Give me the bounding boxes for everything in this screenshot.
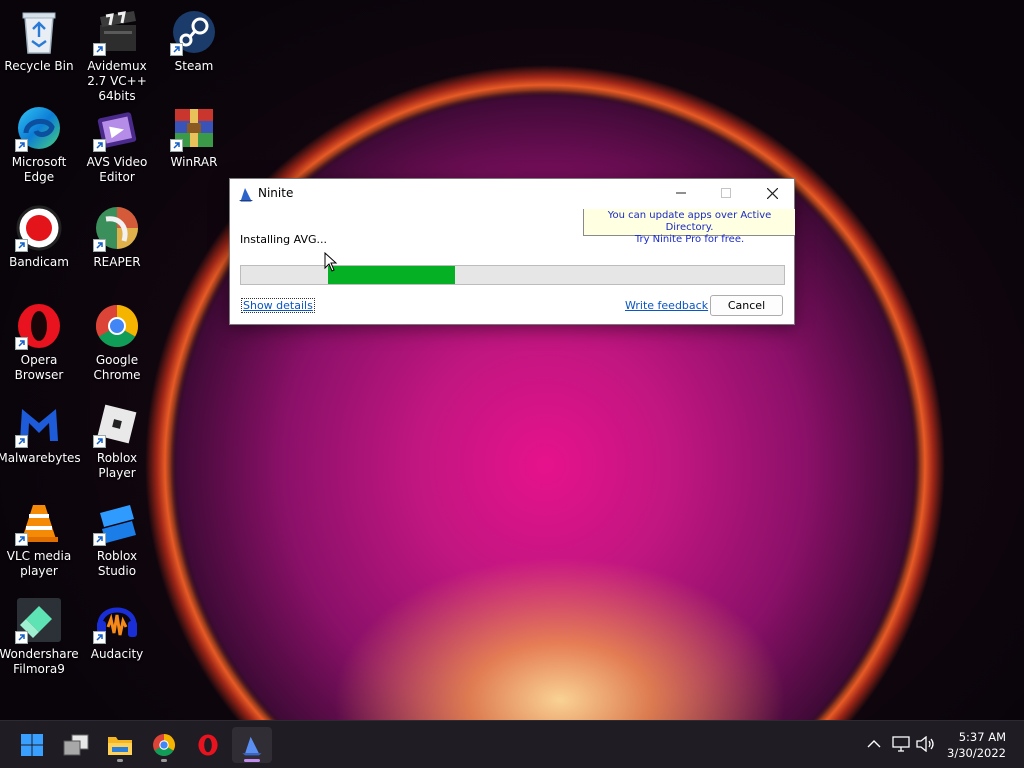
ninite-window: Ninite You can update apps over Active D… xyxy=(229,178,795,325)
taskbar-opera[interactable] xyxy=(188,727,228,763)
tooltip-line-1: You can update apps over Active Director… xyxy=(607,210,772,233)
maximize-button xyxy=(704,179,748,207)
write-feedback-link[interactable]: Write feedback xyxy=(625,299,708,312)
minimize-icon xyxy=(676,192,686,194)
clock-time: 5:37 AM xyxy=(958,730,1006,744)
windows-start-icon xyxy=(21,734,43,756)
show-hidden-icons-button[interactable] xyxy=(864,734,884,754)
edge-icon xyxy=(15,104,63,152)
malwarebytes-icon xyxy=(15,400,63,448)
ninite-icon xyxy=(238,186,254,202)
desktop-icon-avs-video-editor[interactable]: AVS Video Editor xyxy=(78,104,156,185)
desktop-icon-filmora[interactable]: Wondershare Filmora9 xyxy=(0,596,79,677)
desktop-icon-label: Microsoft Edge xyxy=(11,155,67,184)
desktop-icon-steam[interactable]: Steam xyxy=(155,8,233,74)
avidemux-icon xyxy=(93,8,141,56)
desktop-icon-label: VLC media player xyxy=(6,549,72,578)
taskbar-ninite[interactable] xyxy=(232,727,272,763)
winrar-icon xyxy=(170,104,218,152)
file-explorer-icon xyxy=(108,737,132,755)
desktop-icon-reaper[interactable]: REAPER xyxy=(78,204,156,270)
cancel-button[interactable]: Cancel xyxy=(710,295,783,316)
install-progress-bar xyxy=(240,265,785,285)
desktop-icon-opera-browser[interactable]: Opera Browser xyxy=(0,302,78,383)
desktop-icon-roblox-studio[interactable]: Roblox Studio xyxy=(78,498,156,579)
desktop-icon-label: AVS Video Editor xyxy=(86,155,148,184)
desktop: Recycle Bin Microsoft Edge Bandicam Oper… xyxy=(0,0,1024,768)
running-indicator xyxy=(117,759,123,762)
clock-date: 3/30/2022 xyxy=(947,746,1006,760)
window-title: Ninite xyxy=(258,186,294,200)
desktop-icon-audacity[interactable]: Audacity xyxy=(78,596,156,662)
desktop-icon-malwarebytes[interactable]: Malwarebytes xyxy=(0,400,81,466)
desktop-icon-microsoft-edge[interactable]: Microsoft Edge xyxy=(0,104,78,185)
desktop-icon-label: Wondershare Filmora9 xyxy=(0,647,79,676)
desktop-icon-label: Roblox Player xyxy=(96,451,138,480)
taskbar-chrome[interactable] xyxy=(144,727,184,763)
desktop-icon-label: Bandicam xyxy=(9,255,69,269)
desktop-icon-label: REAPER xyxy=(93,255,141,269)
desktop-icon-recycle-bin[interactable]: Recycle Bin xyxy=(0,8,78,74)
desktop-icon-label: WinRAR xyxy=(170,155,218,169)
reaper-icon xyxy=(93,204,141,252)
vlc-icon xyxy=(15,498,63,546)
desktop-icon-label: Avidemux 2.7 VC++ 64bits xyxy=(87,59,147,103)
chrome-icon xyxy=(93,302,141,350)
desktop-icon-roblox-player[interactable]: Roblox Player xyxy=(78,400,156,481)
close-button[interactable] xyxy=(750,179,794,207)
opera-icon xyxy=(15,302,63,350)
desktop-icon-avidemux[interactable]: Avidemux 2.7 VC++ 64bits xyxy=(78,8,156,104)
close-icon xyxy=(766,187,778,199)
running-indicator xyxy=(161,759,167,762)
network-icon xyxy=(892,736,910,752)
chrome-icon xyxy=(153,734,175,756)
recycle-bin-icon xyxy=(15,8,63,56)
show-details-link[interactable]: Show details xyxy=(241,298,315,313)
roblox-player-icon xyxy=(93,400,141,448)
desktop-icon-label: Google Chrome xyxy=(93,353,141,382)
roblox-studio-icon xyxy=(93,498,141,546)
steam-icon xyxy=(170,8,218,56)
start-button[interactable] xyxy=(12,727,52,763)
system-clock[interactable]: 5:37 AM 3/30/2022 xyxy=(947,729,1006,761)
desktop-icon-bandicam[interactable]: Bandicam xyxy=(0,204,78,270)
desktop-icon-label: Steam xyxy=(174,59,214,73)
desktop-icon-label: Recycle Bin xyxy=(4,59,74,73)
task-view-icon xyxy=(63,734,89,756)
desktop-icon-label: Malwarebytes xyxy=(0,451,81,465)
taskbar-file-explorer[interactable] xyxy=(100,727,140,763)
network-button[interactable] xyxy=(891,734,911,754)
desktop-icon-google-chrome[interactable]: Google Chrome xyxy=(78,302,156,383)
audacity-icon xyxy=(93,596,141,644)
ninite-icon xyxy=(242,736,262,756)
taskbar: 5:37 AM 3/30/2022 xyxy=(0,720,1024,768)
tooltip-line-2: Try Ninite Pro for free. xyxy=(634,234,745,245)
ninite-pro-tooltip[interactable]: You can update apps over Active Director… xyxy=(583,209,795,245)
task-view-button[interactable] xyxy=(56,727,96,763)
maximize-icon xyxy=(721,188,731,198)
bandicam-icon xyxy=(15,204,63,252)
active-indicator xyxy=(244,759,260,762)
opera-icon xyxy=(198,734,218,756)
titlebar[interactable]: Ninite xyxy=(230,179,794,209)
desktop-icon-label: Opera Browser xyxy=(14,353,64,382)
volume-button[interactable] xyxy=(916,734,936,754)
avs-video-editor-icon xyxy=(93,104,141,152)
progress-fill xyxy=(328,266,455,284)
desktop-icon-winrar[interactable]: WinRAR xyxy=(155,104,233,170)
filmora-icon xyxy=(15,596,63,644)
desktop-icon-vlc[interactable]: VLC media player xyxy=(0,498,78,579)
mouse-cursor-icon xyxy=(324,252,338,272)
chevron-up-icon xyxy=(867,740,881,748)
minimize-button[interactable] xyxy=(659,179,703,207)
install-status-text: Installing AVG... xyxy=(240,233,327,246)
desktop-icon-label: Audacity xyxy=(90,647,144,661)
speaker-icon xyxy=(916,736,934,752)
desktop-icon-label: Roblox Studio xyxy=(96,549,138,578)
